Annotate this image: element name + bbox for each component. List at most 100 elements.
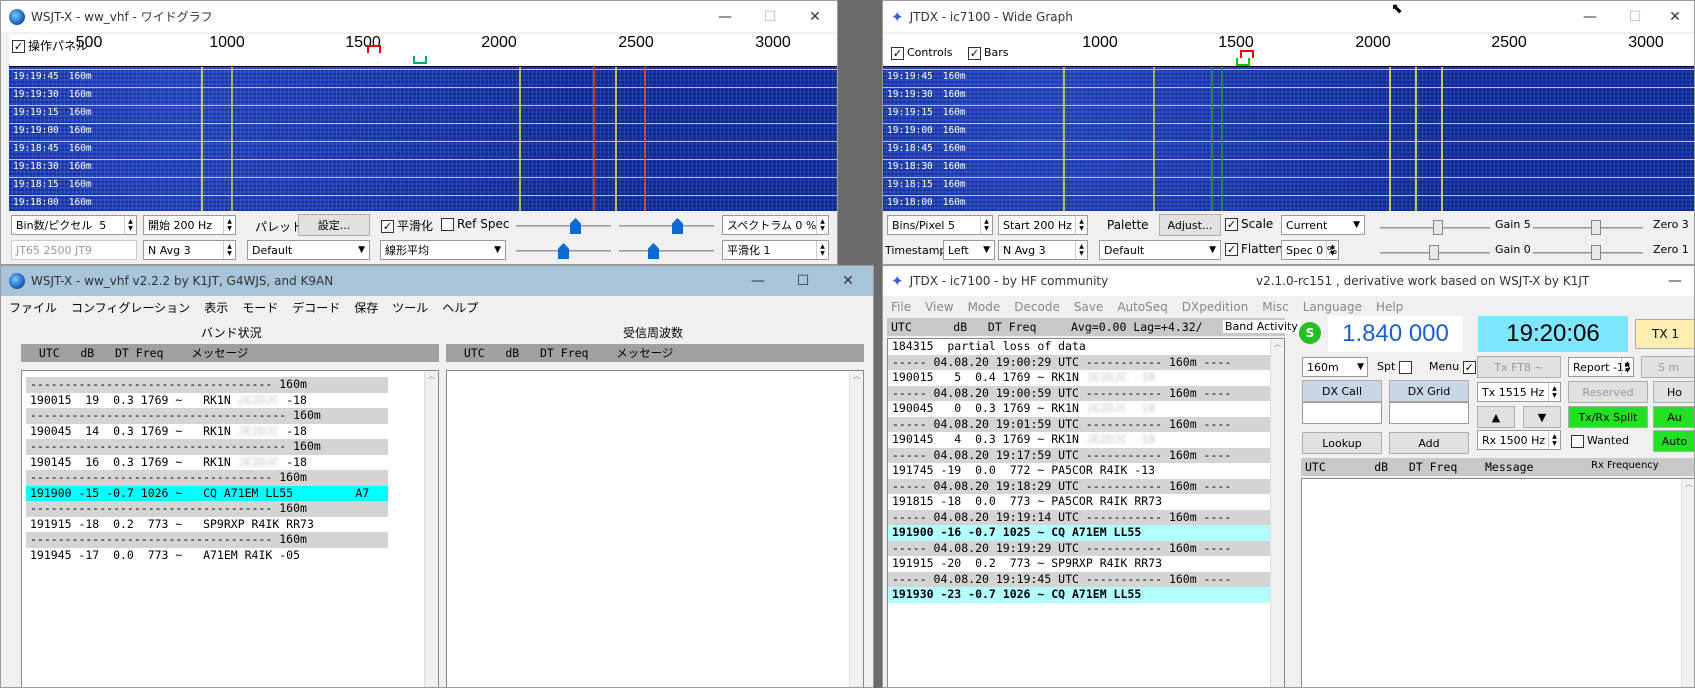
slider-thumb[interactable] [672,218,683,234]
separator-row[interactable]: ----------------------------------- 160m [26,377,388,393]
wanted-checkbox[interactable]: Wanted [1571,434,1629,448]
decode-row[interactable]: 190145 4 0.3 1769 ~ RK1N JE2DJC -18 [888,432,1284,448]
spin-arrows-icon[interactable]: ▲ ▼ [223,241,235,259]
refspec-checkbox[interactable]: Ref Spec [441,217,509,231]
slider-thumb[interactable] [1591,245,1601,260]
add-button[interactable]: Add [1389,432,1469,454]
scrollbar[interactable]: ︿ [1270,339,1284,687]
rx-frequency-list[interactable]: ︿ [446,370,864,687]
decode-row[interactable]: 190015 19 0.3 1769 ~ RK1N JE2DJC -18 [26,393,388,409]
flatten-checkbox[interactable]: ✓ Flatten [1225,242,1283,256]
tx1-button[interactable]: TX 1 [1635,319,1694,349]
menu-item[interactable]: Language [1303,300,1362,314]
scrollbar[interactable]: ︿ [424,371,438,687]
separator-row[interactable]: ----- 04.08.20 19:17:59 UTC ----------- … [888,447,1284,463]
auto-button-2[interactable]: Auto [1653,430,1694,452]
spt-checkbox[interactable]: Spt [1377,360,1415,374]
zero-slider[interactable] [619,225,714,227]
waterfall-display[interactable]: 19:19:45 160m 19:19:30 160m 19:19:15 160m 19:1… [883,67,1694,211]
menu-item[interactable]: Decode [1014,300,1060,314]
minimize-icon[interactable]: — [1568,1,1612,32]
close-icon[interactable]: ✕ [793,1,837,32]
band-activity-list[interactable]: 184315 partial loss of data ----- 04.08.2… [887,338,1285,687]
decode-row[interactable]: 191915 -20 0.2 773 ~ SP9RXP R4IK RR73 [888,556,1284,572]
rx-frequency-tab[interactable]: Rx Frequency [1591,460,1659,471]
down-arrow-button[interactable]: ▼ [1523,406,1561,428]
zero-slider[interactable] [1533,227,1643,229]
spectrum-percent-spinbox[interactable]: スペクトラム 0 % ▲ ▼ [722,215,829,235]
decode-row[interactable]: 184315 partial loss of data [888,339,1284,355]
slider-thumb[interactable] [1433,220,1443,235]
band-activity-tab[interactable]: Band Activity [1223,320,1300,333]
smooth-checkbox[interactable]: ✓ 平滑化 [381,217,433,234]
slider-thumb[interactable] [648,243,659,259]
s-m-button[interactable]: S m [1641,356,1694,378]
average-mode-select[interactable]: 線形平均 ▼ [380,240,506,260]
spin-arrows-icon[interactable]: ▲ ▼ [1548,431,1560,449]
palette-settings-button[interactable]: 設定... [298,214,370,236]
separator-row[interactable]: ----- 04.08.20 19:19:29 UTC ----------- … [888,540,1284,556]
start-freq-spinbox[interactable]: 開始 200 Hz ▲ ▼ [143,215,236,235]
menu-item[interactable]: 表示 [204,299,228,316]
band-activity-list[interactable]: ----------------------------------- 160m… [21,370,439,687]
ho-button[interactable]: Ho [1653,381,1694,403]
scrollbar[interactable]: ︿ [1681,479,1694,687]
menu-item[interactable]: File [891,300,911,314]
spin-arrows-icon[interactable]: ▲ ▼ [816,241,828,259]
current-select[interactable]: Current ▼ [1281,215,1365,235]
smooth-value-spinbox[interactable]: 平滑化 1 ▲ ▼ [722,240,829,260]
close-icon[interactable]: ✕ [826,266,870,296]
spin-arrows-icon[interactable]: ▲ ▼ [1621,358,1633,376]
gain-slider[interactable] [516,225,611,227]
menu-item[interactable]: モード [242,299,278,316]
separator-row[interactable]: ----- 04.08.20 19:19:45 UTC ----------- … [888,571,1284,587]
separator-row[interactable]: ----------------------------------- 160m [26,470,388,486]
slider-2b[interactable] [619,250,714,252]
spec-percent-spinbox[interactable]: Spec 0 % ▲ ▼ [1281,240,1339,260]
start-freq-spinbox[interactable]: Start 200 Hz ▲ ▼ [998,215,1088,235]
bins-per-pixel-spinbox[interactable]: Bin数/ピクセル 5 ▲ ▼ [11,215,137,235]
lookup-button[interactable]: Lookup [1302,432,1382,454]
menu-item[interactable]: 保存 [354,299,378,316]
dx-grid-button[interactable]: DX Grid [1389,380,1469,402]
separator-row[interactable]: ----- 04.08.20 19:00:59 UTC ----------- … [888,385,1284,401]
menu-item[interactable]: コンフィグレーション [71,299,190,316]
dx-grid-input[interactable] [1389,402,1469,424]
navg-spinbox[interactable]: N Avg 3 ▲ ▼ [143,240,236,260]
decode-row[interactable]: 191915 -18 0.2 773 ~ SP9RXP R4IK RR73 [26,517,388,533]
adjust-button[interactable]: Adjust... [1159,214,1221,236]
slider-thumb[interactable] [1591,220,1601,235]
spin-arrows-icon[interactable]: ▲ ▼ [1075,241,1087,259]
bins-per-pixel-spinbox[interactable]: Bins/Pixel 5 ▲ ▼ [887,215,993,235]
minimize-icon[interactable]: — [1653,266,1694,296]
decode-row[interactable]: 190045 14 0.3 1769 ~ RK1N JE2DJC -18 [26,424,388,440]
decode-row[interactable]: 190145 16 0.3 1769 ~ RK1N JE2DJC -18 [26,455,388,471]
decode-row[interactable]: 191900 -16 -0.7 1025 ~ CQ A71EM LL55 [888,525,1284,541]
tx-freq-spinbox[interactable]: Tx 1515 Hz ▲ ▼ [1477,382,1561,402]
menu-item[interactable]: ファイル [9,299,57,316]
menu-item[interactable]: Misc [1262,300,1289,314]
reserved-button[interactable]: Reserved [1568,381,1648,403]
separator-row[interactable]: ----- 04.08.20 19:19:14 UTC ----------- … [888,509,1284,525]
spin-arrows-icon[interactable]: ▲ ▼ [124,216,136,234]
separator-row[interactable]: ----- 04.08.20 19:18:29 UTC ----------- … [888,478,1284,494]
spin-arrows-icon[interactable]: ▲ ▼ [1548,383,1560,401]
decode-row[interactable]: 191815 -18 0.0 773 ~ PA5COR R4IK RR73 [888,494,1284,510]
scrollbar[interactable]: ︿ [849,371,863,687]
menu-item[interactable]: Help [1376,300,1403,314]
maximize-icon[interactable]: ☐ [748,1,792,32]
menu-item[interactable]: DXpedition [1182,300,1248,314]
menu-item[interactable]: デコード [292,299,340,316]
menu-item[interactable]: Save [1074,300,1103,314]
decode-row[interactable]: 191945 -17 0.0 773 ~ A71EM R4IK -05 [26,548,388,564]
palette-select[interactable]: Default ▼ [1099,240,1221,260]
slider-thumb[interactable] [570,218,581,234]
slider-thumb[interactable] [1429,245,1439,260]
slider-thumb[interactable] [558,243,569,259]
separator-row[interactable]: ----- 04.08.20 19:01:59 UTC ----------- … [888,416,1284,432]
dx-call-button[interactable]: DX Call [1302,380,1382,402]
menu-item[interactable]: ツール [392,299,428,316]
slider-2b[interactable] [1533,252,1643,254]
auto-button-1[interactable]: Au [1653,406,1694,428]
menu-item[interactable]: AutoSeq [1117,300,1167,314]
